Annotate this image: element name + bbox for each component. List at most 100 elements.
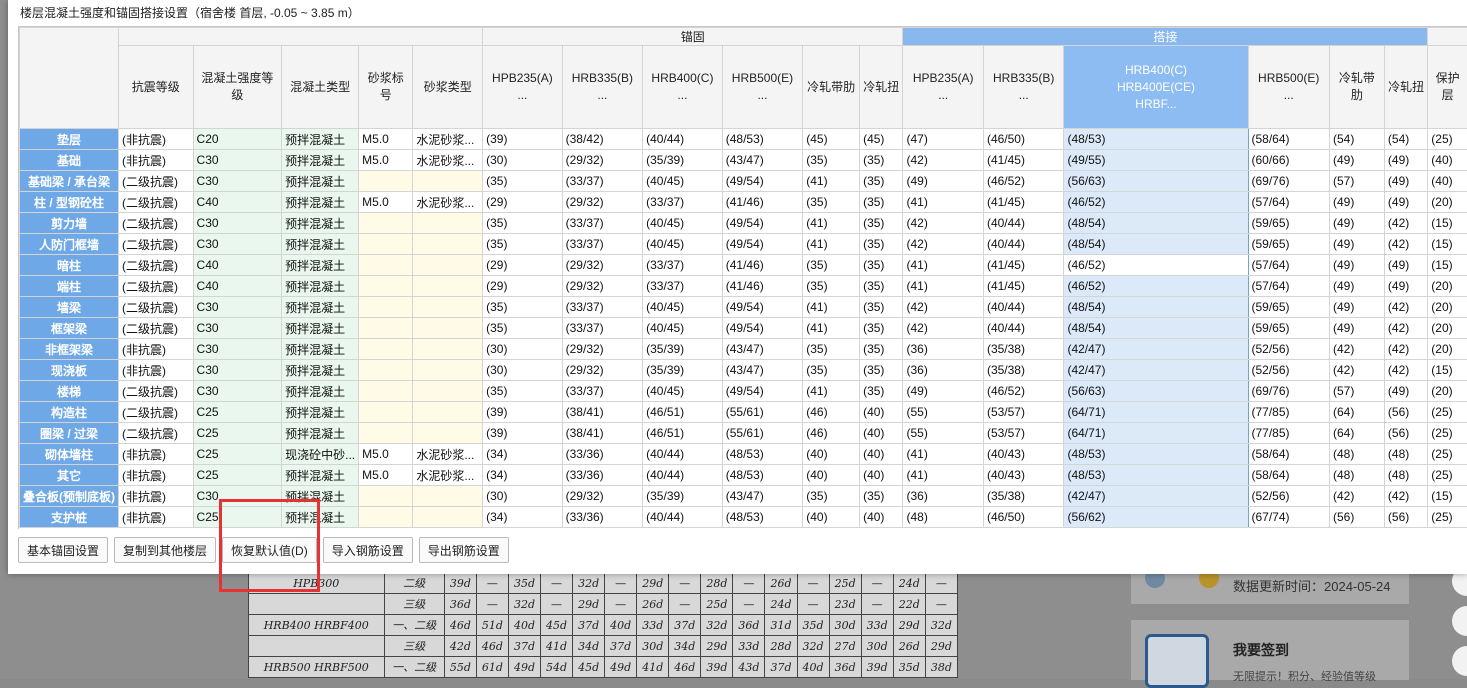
grid-cell-lap-cold-twisted[interactable]: (48) bbox=[1384, 465, 1427, 486]
grid-cell-mortar-type[interactable]: 水泥砂浆... bbox=[413, 150, 483, 171]
grid-cell-cover[interactable]: (40) bbox=[1428, 150, 1467, 171]
grid-cell-anchor-hrb400[interactable]: (40/44) bbox=[643, 444, 723, 465]
grid-cell-anchor-hpb235[interactable]: (35) bbox=[483, 171, 563, 192]
grid-cell-anchor-cold-twisted[interactable]: (35) bbox=[860, 339, 903, 360]
column-header-mortar-grade[interactable]: 砂浆标号 bbox=[359, 46, 413, 129]
grid-cell-mortar-grade[interactable] bbox=[359, 339, 413, 360]
grid-cell-mortar-type[interactable] bbox=[413, 381, 483, 402]
grid-cell-seismic-grade[interactable]: (非抗震) bbox=[119, 507, 194, 528]
grid-cell-anchor-hrb500[interactable]: (49/54) bbox=[722, 213, 803, 234]
grid-cell-lap-cold-ribbed[interactable]: (49) bbox=[1329, 276, 1384, 297]
grid-cell-anchor-hrb400[interactable]: (35/39) bbox=[643, 360, 723, 381]
grid-cell-lap-cold-ribbed[interactable]: (42) bbox=[1329, 486, 1384, 507]
grid-cell-lap-hrb500[interactable]: (59/65) bbox=[1248, 297, 1329, 318]
grid-cell-lap-hpb235[interactable]: (41) bbox=[903, 465, 983, 486]
grid-cell-seismic-grade[interactable]: (二级抗震) bbox=[119, 213, 194, 234]
grid-cell-concrete-type[interactable]: 预拌混凝土 bbox=[282, 339, 359, 360]
grid-cell-concrete-grade[interactable]: C30 bbox=[193, 381, 282, 402]
grid-cell-anchor-cold-twisted[interactable]: (45) bbox=[860, 129, 903, 150]
row-header-cell[interactable]: 剪力墙 bbox=[20, 213, 119, 234]
grid-cell-lap-hrb500[interactable]: (58/64) bbox=[1248, 129, 1329, 150]
grid-cell-lap-hrb335[interactable]: (41/45) bbox=[983, 192, 1064, 213]
row-header-cell[interactable]: 框架梁 bbox=[20, 318, 119, 339]
grid-cell-anchor-hpb235[interactable]: (29) bbox=[483, 192, 563, 213]
grid-cell-anchor-hrb500[interactable]: (48/53) bbox=[722, 507, 803, 528]
grid-cell-anchor-hrb400[interactable]: (33/37) bbox=[643, 276, 723, 297]
row-header-cell[interactable]: 端柱 bbox=[20, 276, 119, 297]
grid-cell-anchor-hpb235[interactable]: (29) bbox=[483, 255, 563, 276]
grid-cell-concrete-type[interactable]: 预拌混凝土 bbox=[282, 486, 359, 507]
column-header-lap-hpb235[interactable]: HPB235(A)... bbox=[903, 46, 983, 129]
grid-cell-seismic-grade[interactable]: (二级抗震) bbox=[119, 171, 194, 192]
grid-cell-mortar-type[interactable]: 水泥砂浆... bbox=[413, 444, 483, 465]
grid-cell-cover[interactable]: (20) bbox=[1428, 192, 1467, 213]
grid-cell-concrete-type[interactable]: 预拌混凝土 bbox=[282, 234, 359, 255]
row-header-cell[interactable]: 墙梁 bbox=[20, 297, 119, 318]
grid-cell-anchor-cold-ribbed[interactable]: (35) bbox=[803, 339, 860, 360]
grid-cell-lap-hrb335[interactable]: (46/50) bbox=[983, 507, 1064, 528]
grid-cell-anchor-hrb335[interactable]: (33/37) bbox=[562, 297, 643, 318]
grid-cell-lap-cold-twisted[interactable]: (49) bbox=[1384, 171, 1427, 192]
grid-cell-mortar-grade[interactable] bbox=[359, 234, 413, 255]
grid-cell-lap-hrb400[interactable]: (46/52) bbox=[1064, 276, 1248, 297]
grid-cell-lap-hrb400[interactable]: (49/55) bbox=[1064, 150, 1248, 171]
grid-cell-concrete-grade[interactable]: C30 bbox=[193, 213, 282, 234]
grid-cell-mortar-grade[interactable]: M5.0 bbox=[359, 192, 413, 213]
grid-cell-anchor-hrb500[interactable]: (43/47) bbox=[722, 339, 803, 360]
grid-cell-lap-hrb335[interactable]: (46/52) bbox=[983, 381, 1064, 402]
grid-cell-anchor-cold-ribbed[interactable]: (45) bbox=[803, 129, 860, 150]
grid-cell-anchor-hpb235[interactable]: (34) bbox=[483, 507, 563, 528]
grid-cell-concrete-type[interactable]: 预拌混凝土 bbox=[282, 507, 359, 528]
grid-cell-concrete-type[interactable]: 预拌混凝土 bbox=[282, 381, 359, 402]
grid-cell-lap-cold-ribbed[interactable]: (57) bbox=[1329, 171, 1384, 192]
grid-cell-mortar-type[interactable] bbox=[413, 255, 483, 276]
grid-cell-cover[interactable]: (20) bbox=[1428, 297, 1467, 318]
grid-cell-anchor-hpb235[interactable]: (34) bbox=[483, 444, 563, 465]
grid-cell-anchor-hpb235[interactable]: (34) bbox=[483, 465, 563, 486]
grid-cell-lap-cold-twisted[interactable]: (49) bbox=[1384, 381, 1427, 402]
row-header-cell[interactable]: 现浇板 bbox=[20, 360, 119, 381]
grid-cell-anchor-hrb335[interactable]: (33/37) bbox=[562, 234, 643, 255]
grid-cell-concrete-grade[interactable]: C30 bbox=[193, 297, 282, 318]
grid-cell-anchor-hrb400[interactable]: (40/44) bbox=[643, 507, 723, 528]
column-header-lap-cold-twisted[interactable]: 冷轧扭 bbox=[1384, 46, 1427, 129]
grid-cell-lap-cold-ribbed[interactable]: (54) bbox=[1329, 129, 1384, 150]
grid-cell-mortar-type[interactable]: 水泥砂浆... bbox=[413, 465, 483, 486]
grid-cell-seismic-grade[interactable]: (二级抗震) bbox=[119, 381, 194, 402]
grid-cell-lap-hrb400[interactable]: (48/54) bbox=[1064, 234, 1248, 255]
grid-cell-anchor-hpb235[interactable]: (29) bbox=[483, 276, 563, 297]
grid-cell-concrete-type[interactable]: 预拌混凝土 bbox=[282, 129, 359, 150]
row-header-cell[interactable]: 砌体墙柱 bbox=[20, 444, 119, 465]
grid-cell-concrete-type[interactable]: 现浇砼中砂... bbox=[282, 444, 359, 465]
grid-cell-anchor-hrb500[interactable]: (43/47) bbox=[722, 150, 803, 171]
row-header-cell[interactable]: 其它 bbox=[20, 465, 119, 486]
grid-cell-lap-cold-twisted[interactable]: (49) bbox=[1384, 192, 1427, 213]
grid-cell-anchor-cold-ribbed[interactable]: (35) bbox=[803, 192, 860, 213]
grid-cell-lap-hrb500[interactable]: (77/85) bbox=[1248, 402, 1329, 423]
grid-cell-lap-hrb400[interactable]: (56/63) bbox=[1064, 381, 1248, 402]
grid-cell-cover[interactable]: (20) bbox=[1428, 276, 1467, 297]
grid-cell-lap-hpb235[interactable]: (41) bbox=[903, 276, 983, 297]
column-header-anchor-cold-ribbed[interactable]: 冷轧带肋 bbox=[803, 46, 860, 129]
side-float-button[interactable] bbox=[1452, 646, 1467, 676]
grid-cell-mortar-type[interactable] bbox=[413, 360, 483, 381]
grid-cell-anchor-cold-twisted[interactable]: (35) bbox=[860, 150, 903, 171]
column-header-anchor-hrb500[interactable]: HRB500(E)... bbox=[722, 46, 803, 129]
grid-cell-lap-hrb335[interactable]: (40/44) bbox=[983, 297, 1064, 318]
grid-cell-anchor-hrb335[interactable]: (29/32) bbox=[562, 360, 643, 381]
grid-cell-anchor-cold-ribbed[interactable]: (41) bbox=[803, 171, 860, 192]
grid-cell-anchor-cold-twisted[interactable]: (35) bbox=[860, 297, 903, 318]
grid-cell-mortar-grade[interactable] bbox=[359, 255, 413, 276]
grid-cell-lap-hpb235[interactable]: (42) bbox=[903, 213, 983, 234]
grid-cell-anchor-cold-twisted[interactable]: (35) bbox=[860, 318, 903, 339]
row-header-cell[interactable]: 构造柱 bbox=[20, 402, 119, 423]
column-header-mortar-type[interactable]: 砂浆类型 bbox=[413, 46, 483, 129]
grid-cell-anchor-cold-twisted[interactable]: (40) bbox=[860, 402, 903, 423]
grid-cell-lap-cold-twisted[interactable]: (54) bbox=[1384, 129, 1427, 150]
grid-cell-anchor-hrb500[interactable]: (48/53) bbox=[722, 444, 803, 465]
grid-cell-anchor-cold-ribbed[interactable]: (41) bbox=[803, 297, 860, 318]
grid-cell-anchor-cold-ribbed[interactable]: (35) bbox=[803, 255, 860, 276]
grid-cell-mortar-grade[interactable] bbox=[359, 360, 413, 381]
grid-cell-mortar-grade[interactable] bbox=[359, 486, 413, 507]
column-header-anchor-hpb235[interactable]: HPB235(A)... bbox=[483, 46, 563, 129]
